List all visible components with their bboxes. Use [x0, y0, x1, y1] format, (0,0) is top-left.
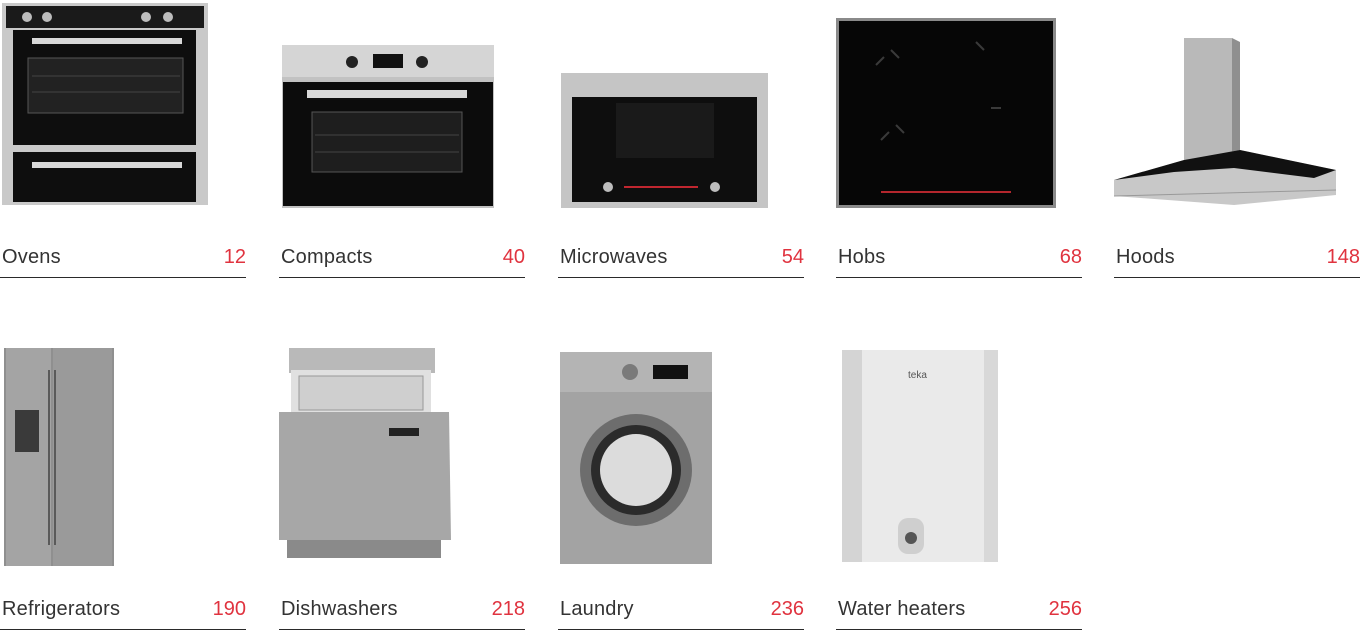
hob-icon	[836, 0, 1086, 210]
page-number: 236	[770, 598, 804, 620]
category-compacts[interactable]: Compacts 40	[279, 0, 529, 280]
category-microwaves[interactable]: Microwaves 54	[558, 0, 808, 280]
page-number: 190	[212, 598, 246, 620]
dishwasher-icon	[279, 340, 529, 570]
category-label: Laundry	[560, 598, 634, 620]
page-number: 12	[223, 246, 246, 268]
category-hobs[interactable]: Hobs 68	[836, 0, 1086, 280]
category-hoods[interactable]: Hoods 148	[1114, 0, 1362, 280]
category-label: Compacts	[281, 246, 373, 268]
page-number: 68	[1059, 246, 1082, 268]
category-label: Hobs	[838, 246, 886, 268]
page-number: 54	[781, 246, 804, 268]
category-label: Hoods	[1116, 246, 1175, 268]
compact-oven-icon	[279, 0, 529, 210]
water-heater-icon: teka	[836, 340, 1086, 570]
category-label: Microwaves	[560, 246, 668, 268]
category-refrigerators[interactable]: Refrigerators 190	[0, 340, 250, 632]
category-dishwashers[interactable]: Dishwashers 218	[279, 340, 529, 632]
category-water-heaters[interactable]: teka Water heaters 256	[836, 340, 1086, 632]
page-number: 256	[1048, 598, 1082, 620]
category-ovens[interactable]: Ovens 12	[0, 0, 250, 280]
hood-icon	[1114, 0, 1362, 210]
oven-icon	[0, 0, 250, 210]
svg-text:teka: teka	[908, 370, 927, 381]
category-label: Water heaters	[838, 598, 966, 620]
microwave-icon	[558, 0, 808, 210]
page-number: 218	[491, 598, 525, 620]
refrigerator-icon	[0, 340, 250, 570]
category-laundry[interactable]: Laundry 236	[558, 340, 808, 632]
category-label: Ovens	[2, 246, 61, 268]
category-label: Refrigerators	[2, 598, 121, 620]
category-label: Dishwashers	[281, 598, 398, 620]
page-number: 40	[502, 246, 525, 268]
page-number: 148	[1326, 246, 1360, 268]
washing-machine-icon	[558, 340, 808, 570]
